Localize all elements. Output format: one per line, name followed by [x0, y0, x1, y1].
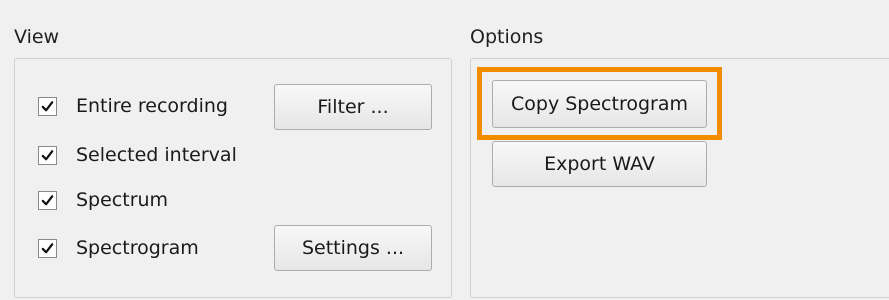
copy-spectrogram-button[interactable]: Copy Spectrogram	[492, 80, 707, 128]
checkmark-icon	[38, 145, 57, 165]
checkmark-icon	[38, 238, 57, 258]
filter-button[interactable]: Filter ...	[274, 84, 432, 130]
selected-interval-label: Selected interval	[76, 144, 237, 166]
checkmark-icon	[38, 190, 57, 210]
selected-interval-checkbox[interactable]: Selected interval	[38, 142, 237, 168]
entire-recording-checkbox[interactable]: Entire recording	[38, 93, 228, 119]
export-wav-button[interactable]: Export WAV	[492, 141, 707, 187]
spectrogram-checkbox[interactable]: Spectrogram	[38, 235, 199, 261]
spectrum-checkbox[interactable]: Spectrum	[38, 187, 168, 213]
spectrum-label: Spectrum	[76, 189, 169, 211]
options-group-title: Options	[470, 26, 544, 48]
checkmark-icon	[38, 96, 57, 116]
view-group-title: View	[14, 26, 60, 48]
entire-recording-label: Entire recording	[76, 95, 228, 117]
spectrogram-label: Spectrogram	[76, 237, 199, 259]
settings-button[interactable]: Settings ...	[274, 225, 432, 271]
